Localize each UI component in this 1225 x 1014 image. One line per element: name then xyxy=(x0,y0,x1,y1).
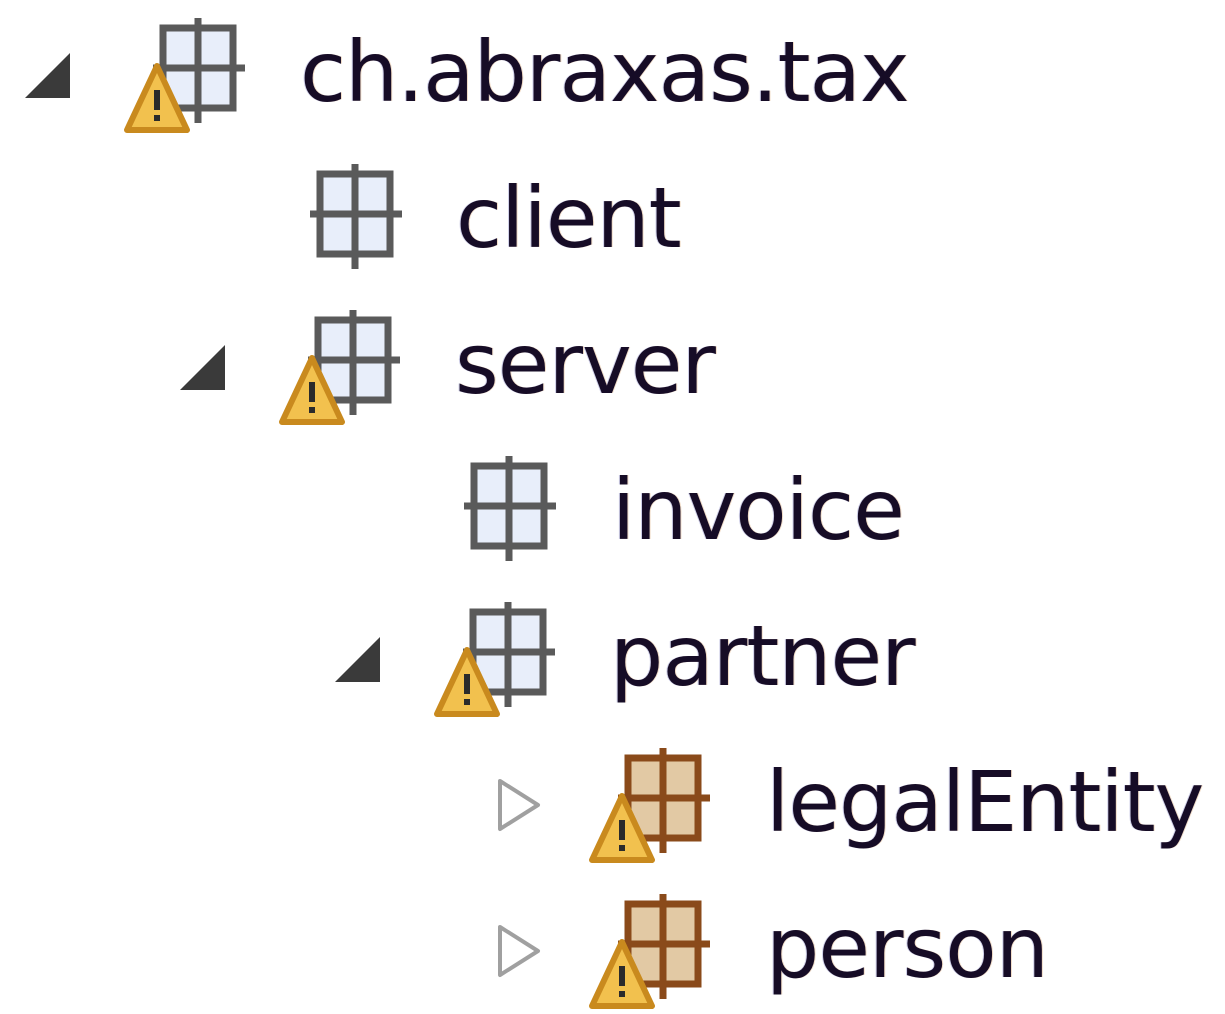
tree-node-person[interactable]: person xyxy=(0,876,1225,1009)
expanded-twisty-icon[interactable] xyxy=(330,627,390,687)
package-explorer-tree: ch.abraxas.tax client server invoice par… xyxy=(0,0,1225,1009)
tree-node-ch-abraxas-tax[interactable]: ch.abraxas.tax xyxy=(0,0,1225,146)
expanded-twisty-icon[interactable] xyxy=(20,43,80,103)
package-folder-warning-icon xyxy=(589,738,720,868)
expanded-twisty-icon[interactable] xyxy=(175,335,235,395)
tree-node-label: person xyxy=(766,899,1049,997)
package-folder-warning-icon xyxy=(589,884,720,1014)
tree-node-client[interactable]: client xyxy=(0,146,1225,292)
tree-node-label: invoice xyxy=(612,461,905,559)
collapsed-twisty-icon[interactable] xyxy=(490,773,550,833)
package-icon xyxy=(282,154,412,284)
tree-node-label: ch.abraxas.tax xyxy=(300,23,910,121)
package-warning-icon xyxy=(279,300,410,430)
tree-node-label: legalEntity xyxy=(766,753,1204,851)
tree-node-label: client xyxy=(456,169,682,267)
tree-node-label: server xyxy=(455,315,716,413)
tree-node-label: partner xyxy=(610,607,916,705)
tree-node-invoice[interactable]: invoice xyxy=(0,438,1225,584)
collapsed-twisty-icon[interactable] xyxy=(490,919,550,979)
tree-node-legalentity[interactable]: legalEntity xyxy=(0,730,1225,876)
package-warning-icon xyxy=(434,592,565,722)
tree-node-partner[interactable]: partner xyxy=(0,584,1225,730)
tree-node-server[interactable]: server xyxy=(0,292,1225,438)
package-icon xyxy=(436,446,566,576)
package-warning-icon xyxy=(124,8,255,138)
